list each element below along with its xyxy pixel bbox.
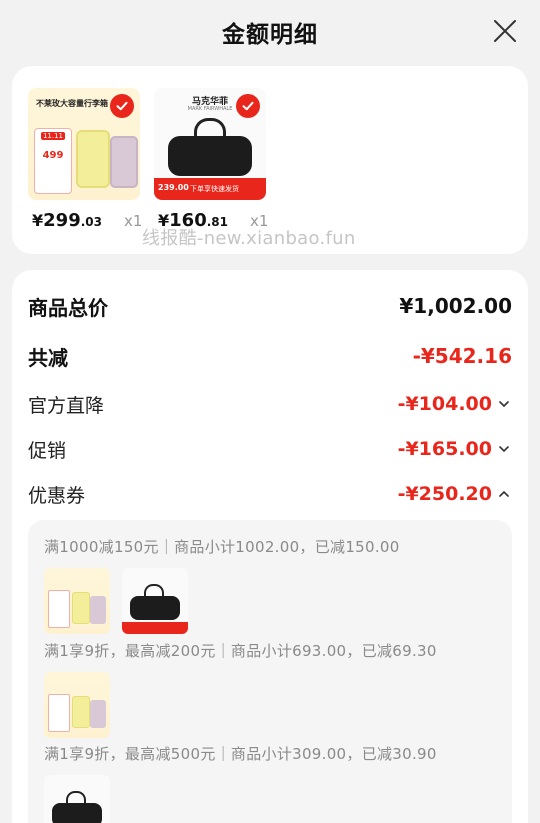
- coupon-detail-line: 满1000减150元｜商品小计1002.00，已减150.00: [44, 538, 400, 556]
- product-price: ¥299.03: [32, 210, 102, 231]
- mini-suitcase-open-graphic: [90, 596, 106, 624]
- coupon-amount: -¥250.20: [397, 483, 492, 505]
- coupon-details-panel: 满1000减150元｜商品小计1002.00，已减150.00 满1享9折，最高…: [28, 520, 512, 823]
- mini-suitcase-graphic: [72, 696, 90, 728]
- coupon-detail-line: 满1享9折，最高减500元｜商品小计309.00，已减30.90: [44, 745, 437, 763]
- mini-suitcase-graphic: [72, 592, 90, 624]
- mini-bag-graphic: [130, 596, 180, 620]
- coupon-product-thumbnail: [122, 568, 188, 634]
- close-button[interactable]: [492, 18, 518, 44]
- mini-suitcase-open-graphic: [90, 700, 106, 728]
- coupon-product-thumbnail: [44, 672, 110, 738]
- summary-card: 商品总价 ¥1,002.00 共减 -¥542.16 官方直降 -¥104.00…: [12, 270, 528, 823]
- thumb-title: 不莱玫大容量行李箱: [36, 99, 108, 108]
- product-thumbnail: 不莱玫大容量行李箱 11.11 499: [28, 88, 140, 200]
- total-row: 商品总价 ¥1,002.00: [28, 288, 512, 324]
- discount-row: 共减 -¥542.16: [28, 338, 512, 374]
- suitcase-graphic: [76, 130, 110, 188]
- bag-graphic: [168, 136, 252, 176]
- selected-check-icon: [110, 94, 134, 118]
- promotion-row[interactable]: 促销 -¥165.00: [28, 431, 512, 467]
- promo-label: 促销: [28, 439, 67, 462]
- chevron-down-icon: [499, 446, 509, 453]
- close-icon: [494, 20, 516, 42]
- promo-price: 239.00: [158, 183, 189, 192]
- coupon-product-thumbnail: [44, 775, 110, 823]
- mini-promo-graphic: [48, 694, 70, 732]
- official-label: 官方直降: [28, 394, 105, 417]
- chevron-up-icon: [499, 490, 509, 497]
- suitcase-open-graphic: [110, 136, 138, 188]
- coupon-value: -¥250.20: [398, 483, 512, 505]
- product-item[interactable]: 不莱玫大容量行李箱 11.11 499 ¥299.03 x1: [28, 88, 142, 231]
- official-discount-row[interactable]: 官方直降 -¥104.00: [28, 386, 512, 422]
- coupon-label: 优惠券: [28, 484, 86, 507]
- promo-tag: 11.11 499: [34, 128, 72, 194]
- official-amount: -¥104.00: [397, 393, 492, 415]
- coupon-row[interactable]: 优惠券 -¥250.20: [28, 476, 512, 512]
- product-thumbnail: 马克华菲 MARK FAIRWHALE 239.00 下单享快速发货: [154, 88, 266, 200]
- promo-text: 下单享快速发货: [190, 185, 239, 193]
- chevron-down-icon: [499, 401, 509, 408]
- promo-price: 499: [42, 150, 64, 161]
- header: 金额明细: [0, 0, 540, 64]
- watermark: 线报酷-new.xianbao.fun: [142, 228, 356, 249]
- mini-promo-graphic: [48, 590, 70, 628]
- discount-label: 共减: [28, 345, 68, 370]
- product-qty: x1: [124, 212, 143, 230]
- product-item[interactable]: 马克华菲 MARK FAIRWHALE 239.00 下单享快速发货 ¥160.…: [154, 88, 268, 231]
- selected-check-icon: [236, 94, 260, 118]
- total-value: ¥1,002.00: [399, 294, 512, 318]
- mini-promo-strip: [122, 622, 188, 634]
- total-label: 商品总价: [28, 295, 108, 320]
- official-value: -¥104.00: [398, 393, 512, 415]
- discount-value: -¥542.16: [412, 344, 512, 368]
- promo-badge: 11.11: [41, 132, 65, 140]
- promo-amount: -¥165.00: [397, 438, 492, 460]
- coupon-detail-line: 满1享9折，最高减200元｜商品小计693.00，已减69.30: [44, 642, 437, 660]
- mini-bag-graphic: [52, 803, 102, 823]
- page-title: 金额明细: [222, 22, 318, 48]
- promo-strip: 239.00 下单享快速发货: [154, 178, 266, 200]
- coupon-product-thumbnail: [44, 568, 110, 634]
- promo-value: -¥165.00: [398, 438, 512, 460]
